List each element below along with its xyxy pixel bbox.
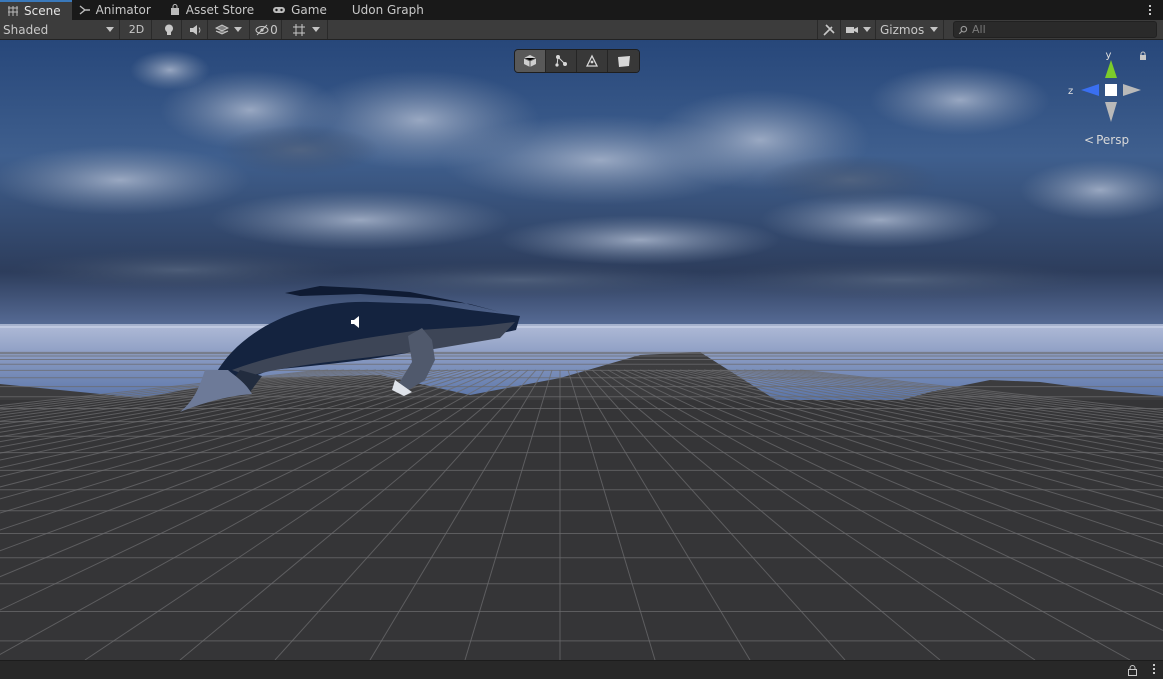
lighting-toggle[interactable] bbox=[156, 20, 182, 39]
tab-label: Animator bbox=[95, 3, 151, 17]
audio-source-gizmo-icon[interactable] bbox=[350, 315, 364, 329]
tab-options-menu-icon[interactable] bbox=[1145, 2, 1155, 18]
effects-layers-icon bbox=[215, 23, 229, 35]
projection-label: Persp bbox=[1096, 133, 1130, 147]
lock-icon[interactable] bbox=[1140, 51, 1146, 60]
bag-icon bbox=[170, 4, 179, 15]
z-axis-label: z bbox=[1068, 86, 1073, 97]
draw-mode-dropdown[interactable]: Shaded bbox=[0, 20, 120, 39]
animator-icon bbox=[79, 5, 90, 15]
toggle-2d-button[interactable]: 2D bbox=[122, 20, 152, 39]
draw-mode-label: Shaded bbox=[3, 22, 49, 37]
scene-render bbox=[0, 40, 1163, 660]
search-icon bbox=[958, 25, 968, 34]
chevron-down-icon bbox=[106, 27, 114, 32]
tab-label: Udon Graph bbox=[351, 3, 424, 17]
projection-toggle[interactable]: < Persp bbox=[1084, 133, 1129, 147]
plane-tool-button[interactable] bbox=[608, 50, 639, 72]
chevron-down-icon bbox=[311, 27, 320, 32]
component-tool-overlay bbox=[515, 50, 639, 72]
tab-scene[interactable]: Scene bbox=[0, 0, 72, 20]
chevron-down-icon bbox=[234, 27, 242, 32]
chevron-down-icon bbox=[930, 27, 938, 32]
eye-slash-icon bbox=[255, 24, 269, 35]
triangle-icon bbox=[585, 54, 599, 67]
grid-snap-icon bbox=[292, 23, 305, 36]
tab-asset-store[interactable]: Asset Store bbox=[162, 0, 265, 20]
y-axis-cone[interactable] bbox=[1105, 60, 1117, 78]
tab-animator[interactable]: Animator bbox=[72, 0, 162, 20]
tab-label: Scene bbox=[24, 4, 61, 18]
cube-icon bbox=[523, 55, 537, 67]
neg-y-axis-cone[interactable] bbox=[1105, 102, 1117, 122]
path-tool-button[interactable] bbox=[546, 50, 577, 72]
tab-label: Game bbox=[291, 3, 327, 17]
speaker-icon bbox=[189, 24, 200, 35]
scene-viewport[interactable]: y z < Persp bbox=[0, 40, 1163, 660]
grid-snap-dropdown[interactable] bbox=[284, 20, 328, 39]
light-bulb-icon bbox=[164, 24, 173, 35]
hidden-objects-toggle[interactable]: 0 bbox=[252, 20, 282, 39]
plane-icon bbox=[617, 56, 630, 67]
gizmo-center-cube[interactable] bbox=[1105, 84, 1117, 96]
tab-game[interactable]: Game bbox=[265, 0, 338, 20]
path-nodes-icon bbox=[555, 55, 567, 67]
scene-toolbar: Shaded 2D 0 Gizmos bbox=[0, 20, 1163, 40]
scene-search[interactable] bbox=[953, 21, 1157, 38]
tools-icon bbox=[823, 23, 835, 36]
y-axis-label: y bbox=[1106, 50, 1112, 61]
chevron-left-icon: < bbox=[1084, 133, 1095, 147]
toggle-2d-label: 2D bbox=[128, 23, 145, 36]
polygon-tool-button[interactable] bbox=[577, 50, 608, 72]
camera-dropdown[interactable] bbox=[841, 20, 876, 39]
audio-toggle[interactable] bbox=[182, 20, 208, 39]
search-input[interactable] bbox=[972, 23, 1152, 36]
camera-icon bbox=[846, 26, 858, 33]
gizmos-dropdown[interactable]: Gizmos bbox=[877, 20, 944, 39]
effects-dropdown[interactable] bbox=[208, 20, 250, 39]
gizmos-label: Gizmos bbox=[880, 22, 925, 37]
z-axis-cone[interactable] bbox=[1081, 84, 1099, 96]
tab-label: Asset Store bbox=[185, 3, 255, 17]
gamepad-icon bbox=[273, 7, 286, 13]
chevron-down-icon bbox=[863, 27, 871, 32]
status-bar bbox=[0, 660, 1163, 679]
grid-icon bbox=[8, 6, 18, 16]
tab-udon-graph[interactable]: Udon Graph bbox=[338, 0, 435, 20]
tools-toggle[interactable] bbox=[817, 20, 841, 39]
lock-icon[interactable] bbox=[1128, 665, 1137, 676]
editor-tab-bar: Scene Animator Asset Store Game Udon Gra… bbox=[0, 0, 1163, 20]
hidden-objects-count: 0 bbox=[270, 22, 278, 37]
more-options-icon[interactable] bbox=[1153, 664, 1155, 674]
neg-x-axis-cone[interactable] bbox=[1123, 84, 1141, 96]
box-collider-tool-button[interactable] bbox=[515, 50, 546, 72]
